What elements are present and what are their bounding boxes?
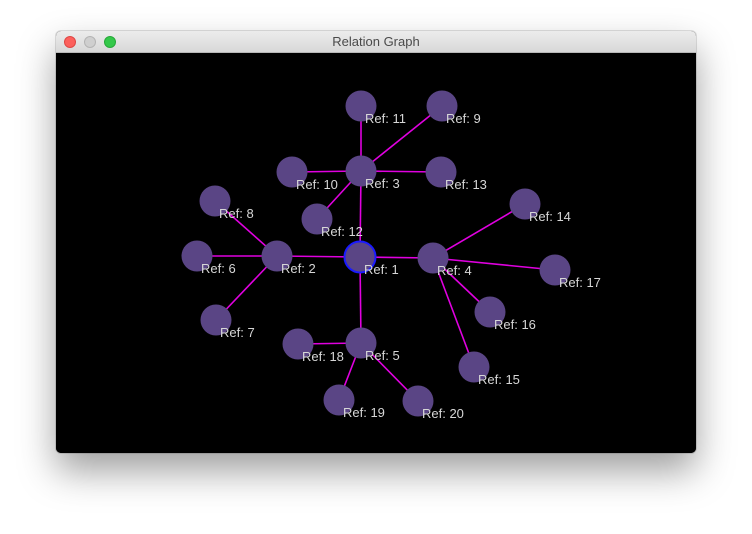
node-label-15: Ref: 15	[478, 372, 520, 387]
node-label-9: Ref: 9	[446, 111, 481, 126]
node-label-11: Ref: 11	[365, 111, 406, 126]
graph-canvas[interactable]: Ref: 1 Ref: 2 Ref: 3 Ref: 4 Ref: 5 Ref: 6 Ref:…	[56, 53, 696, 453]
node-label-12: Ref: 12	[321, 224, 363, 239]
nodes-layer	[181, 90, 571, 417]
node-label-17: Ref: 17	[559, 275, 601, 290]
node-label-18: Ref: 18	[302, 349, 344, 364]
node-label-8: Ref: 8	[219, 206, 254, 221]
node-label-16: Ref: 16	[494, 317, 536, 332]
title-bar[interactable]: Relation Graph	[56, 31, 696, 53]
node-label-3: Ref: 3	[365, 176, 400, 191]
edge-4-14	[432, 203, 526, 259]
node-label-1: Ref: 1	[364, 262, 399, 277]
app-window: Relation Graph Ref: 1 Ref: 2 Ref: 3 Ref: 4R…	[56, 31, 696, 453]
window-title: Relation Graph	[332, 34, 420, 49]
relation-graph[interactable]: Ref: 1 Ref: 2 Ref: 3 Ref: 4 Ref: 5 Ref: 6 Ref:…	[56, 53, 696, 453]
node-label-4: Ref: 4	[437, 263, 472, 278]
node-label-5: Ref: 5	[365, 348, 400, 363]
node-label-7: Ref: 7	[220, 325, 255, 340]
node-label-2: Ref: 2	[281, 261, 316, 276]
node-label-20: Ref: 20	[422, 406, 464, 421]
node-label-10: Ref: 10	[296, 177, 338, 192]
node-label-19: Ref: 19	[343, 405, 385, 420]
node-label-14: Ref: 14	[529, 209, 571, 224]
node-label-13: Ref: 13	[445, 177, 487, 192]
node-label-6: Ref: 6	[201, 261, 236, 276]
